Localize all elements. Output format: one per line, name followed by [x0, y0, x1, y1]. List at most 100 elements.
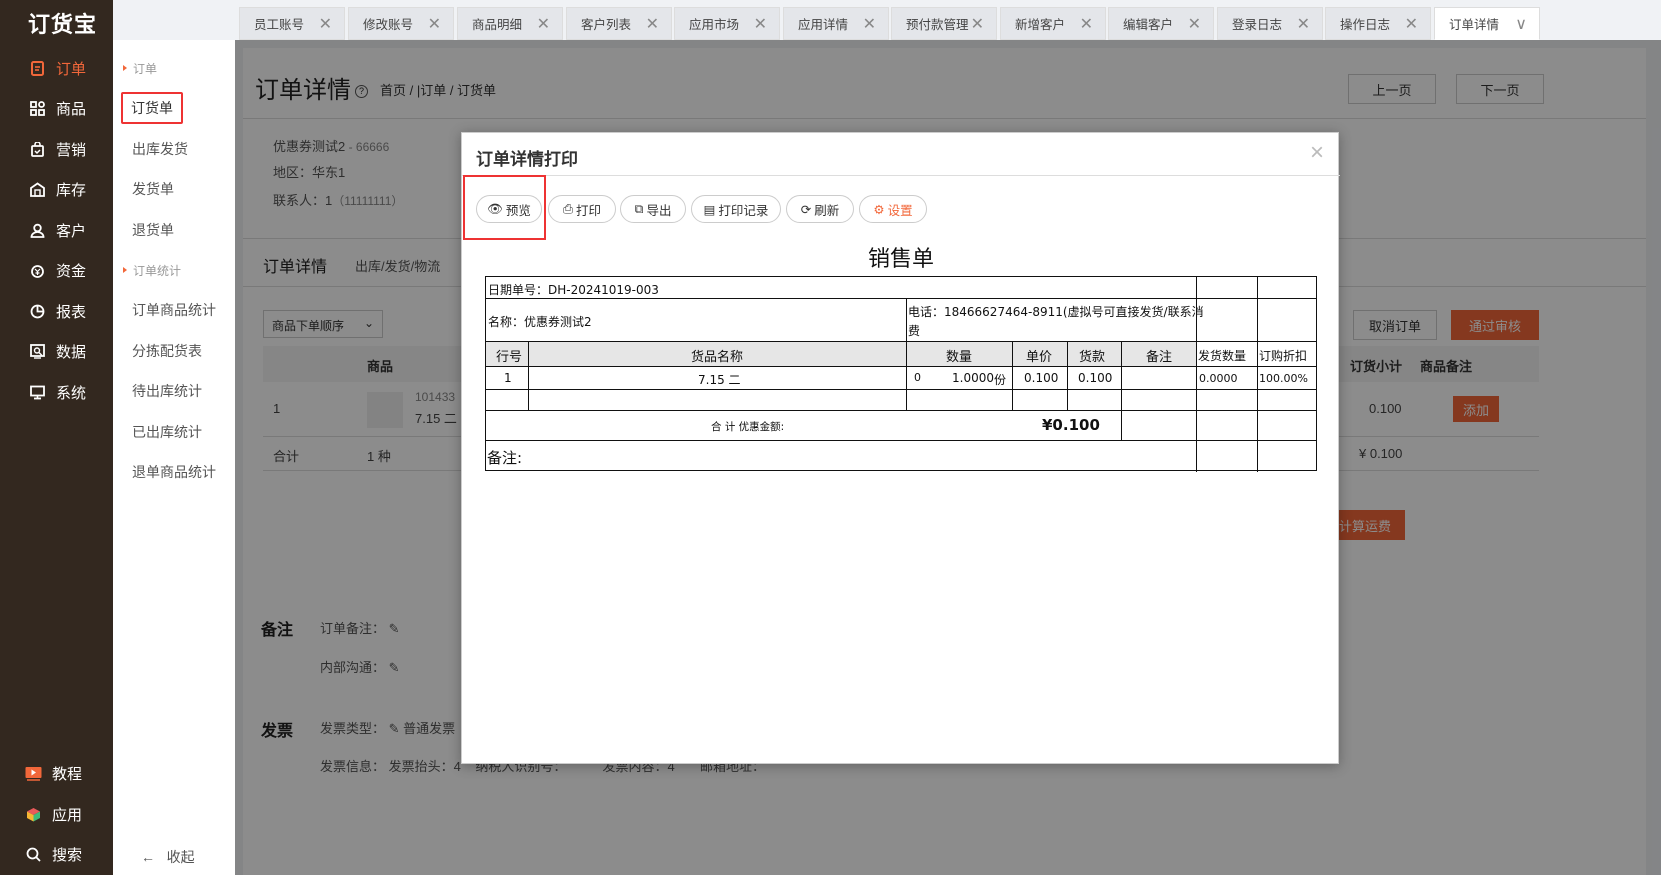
close-icon[interactable]: ✕	[646, 14, 659, 34]
nav-label: 报表	[56, 303, 87, 321]
close-icon[interactable]: ✕	[1188, 14, 1201, 34]
modal-title: 订单详情打印	[476, 150, 578, 169]
bag-icon	[28, 140, 46, 158]
tab-new-customer[interactable]: 新增客户 ✕	[1000, 7, 1106, 40]
nav-item-customer[interactable]: 客户	[0, 210, 113, 251]
main-nav: 订货宝 订单 商品 营销 库存 客户 资金 报表 数据 系统 教程 应用 搜索	[0, 0, 113, 875]
settings-button[interactable]: ⚙ 设置	[859, 195, 927, 223]
nav-label: 数据	[56, 344, 87, 362]
caret-right-icon	[123, 65, 127, 71]
nav-item-marketing[interactable]: 营销	[0, 129, 113, 170]
row-price: 0.100	[1024, 371, 1059, 385]
tab-edit-customer[interactable]: 编辑客户 ✕	[1108, 7, 1214, 40]
tab-order-detail[interactable]: 订单详情 ∨	[1434, 7, 1540, 40]
row-product-name: 7.15 二	[698, 373, 741, 387]
nav-item-reports[interactable]: 报表	[0, 291, 113, 332]
export-icon: ⧉	[634, 201, 644, 216]
remark-label: 备注:	[487, 449, 523, 467]
submenu-group-order[interactable]: 订单	[113, 48, 235, 88]
caret-right-icon	[123, 267, 127, 273]
print-records-button[interactable]: ▤ 打印记录	[691, 195, 781, 223]
nav-label: 系统	[56, 384, 87, 402]
close-icon[interactable]: ✕	[319, 14, 332, 34]
submenu-item-return-stats[interactable]: 退单商品统计	[113, 452, 235, 493]
submenu-item-order-product-stats[interactable]: 订单商品统计	[113, 290, 235, 331]
nav-item-inventory[interactable]: 库存	[0, 170, 113, 211]
col-header: 订购折扣	[1259, 349, 1308, 363]
submenu-item-shipped-out[interactable]: 已出库统计	[113, 412, 235, 453]
user-icon	[28, 221, 46, 239]
close-icon[interactable]: ✕	[1297, 14, 1310, 34]
tab-app-detail[interactable]: 应用详情 ✕	[783, 7, 889, 40]
submenu-item-outbound[interactable]: 出库发货	[113, 129, 235, 170]
nav-item-search[interactable]: 搜索	[0, 835, 113, 875]
close-icon[interactable]: ✕	[537, 14, 550, 34]
nav-label: 资金	[56, 263, 87, 281]
nav-item-product[interactable]: 商品	[0, 89, 113, 130]
data-icon	[28, 343, 46, 361]
monitor-icon	[28, 383, 46, 401]
total-label: 合 计 优惠金额:	[711, 421, 785, 433]
close-icon[interactable]: ×	[1310, 139, 1324, 167]
tab-edit-account[interactable]: 修改账号 ✕	[348, 7, 454, 40]
row-amount: 0.100	[1078, 371, 1113, 385]
tab-operation-log[interactable]: 操作日志 ✕	[1325, 7, 1431, 40]
col-header: 发货数量	[1198, 349, 1247, 363]
chevron-down-icon[interactable]: ∨	[1515, 14, 1527, 34]
tab-product-detail[interactable]: 商品明细 ✕	[457, 7, 563, 40]
close-icon[interactable]: ✕	[428, 14, 441, 34]
submenu-item-return[interactable]: 退货单	[113, 210, 235, 251]
pie-chart-icon	[28, 302, 46, 320]
row-unit: 份	[994, 373, 1007, 387]
row-qty-left: 0	[914, 371, 921, 384]
nav-label: 营销	[56, 141, 87, 159]
eye-icon: 👁	[487, 201, 503, 216]
gear-icon: ⚙	[873, 202, 885, 217]
nav-label: 教程	[52, 766, 83, 784]
close-icon[interactable]: ✕	[863, 14, 876, 34]
print-button[interactable]: ⎙ 打印	[548, 195, 616, 223]
submenu-item-pending-out[interactable]: 待出库统计	[113, 371, 235, 412]
submenu-item-delivery[interactable]: 发货单	[113, 169, 235, 210]
nav-label: 库存	[56, 182, 87, 200]
col-header: 数量	[946, 350, 973, 365]
sales-document: 日期单号：DH-20241019-003 名称：优惠券测试2 电话：184666…	[485, 276, 1317, 472]
close-icon[interactable]: ✕	[971, 14, 984, 34]
submenu-item-picking[interactable]: 分拣配货表	[113, 331, 235, 372]
close-icon[interactable]: ✕	[1080, 14, 1093, 34]
tab-login-log[interactable]: 登录日志 ✕	[1217, 7, 1323, 40]
row-discount: 100.00%	[1259, 372, 1308, 385]
preview-button[interactable]: 👁 预览	[476, 195, 542, 223]
nav-item-apps[interactable]: 应用	[0, 794, 113, 835]
collapse-button[interactable]: ← 收起	[141, 847, 195, 867]
grid-icon	[28, 100, 46, 118]
cube-icon	[24, 805, 42, 823]
nav-item-funds[interactable]: 资金	[0, 251, 113, 292]
nav-label: 订单	[56, 60, 87, 78]
tab-customer-list[interactable]: 客户列表 ✕	[566, 7, 672, 40]
col-header: 货款	[1079, 350, 1106, 365]
close-icon[interactable]: ✕	[754, 14, 767, 34]
date-number: 日期单号：DH-20241019-003	[488, 283, 659, 297]
close-icon[interactable]: ✕	[1405, 14, 1418, 34]
nav-item-data[interactable]: 数据	[0, 332, 113, 373]
tab-app-market[interactable]: 应用市场 ✕	[674, 7, 780, 40]
total-value: ¥0.100	[1042, 416, 1100, 434]
arrow-left-icon: ←	[141, 849, 167, 865]
tab-bar: 员工账号 ✕ 修改账号 ✕ 商品明细 ✕ 客户列表 ✕ 应用市场 ✕ 应用详情 ✕ 预付款管…	[235, 0, 1661, 40]
submenu-item-purchase-order[interactable]: 订货单	[113, 88, 235, 129]
tab-employee-account[interactable]: 员工账号 ✕	[239, 7, 345, 40]
nav-item-order[interactable]: 订单	[0, 48, 113, 89]
col-header: 行号	[496, 350, 523, 365]
nav-item-system[interactable]: 系统	[0, 372, 113, 413]
tab-prepay[interactable]: 预付款管理 ✕	[891, 7, 997, 40]
submenu: 订单 订货单 出库发货 发货单 退货单 订单统计 订单商品统计 分拣配货表 待出…	[113, 40, 235, 875]
search-icon	[24, 846, 42, 864]
refresh-button[interactable]: ⟳ 刷新	[786, 195, 854, 223]
print-modal: 订单详情打印 × 👁 预览 ⎙ 打印 ⧉ 导出 ▤ 打印记录 ⟳ 刷新 ⚙ 设置 销售单 日…	[461, 132, 1340, 764]
submenu-group-stats[interactable]: 订单统计	[113, 250, 235, 290]
nav-item-tutorial[interactable]: 教程	[0, 754, 113, 795]
row-qty: 1.0000	[952, 371, 994, 385]
row-ship-qty: 0.0000	[1199, 372, 1238, 385]
export-button[interactable]: ⧉ 导出	[620, 195, 686, 223]
